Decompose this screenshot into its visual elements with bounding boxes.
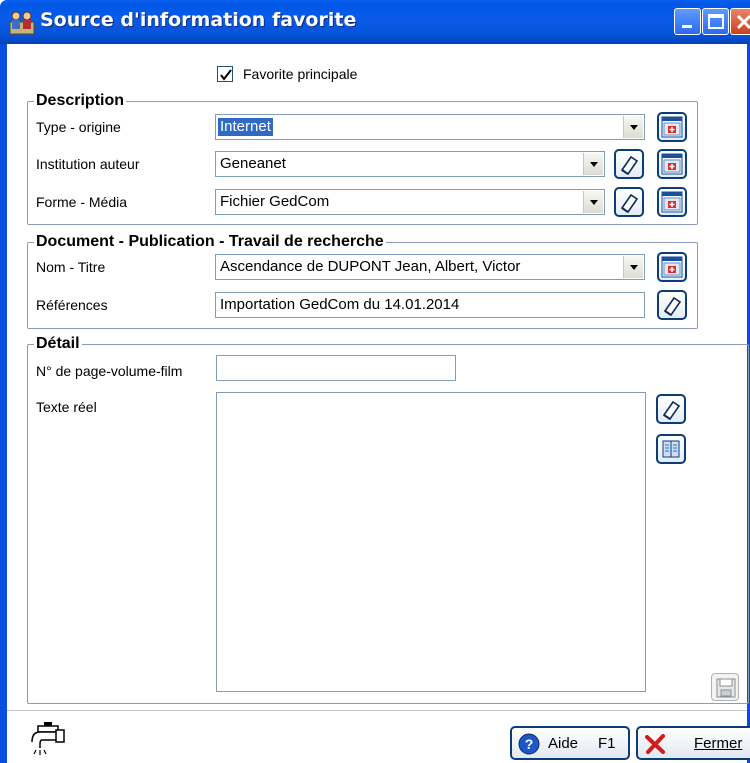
references-label: Références — [36, 297, 108, 313]
forme-media-label: Forme - Média — [36, 194, 128, 210]
footer-separator — [7, 710, 747, 711]
texte-reel-book-button[interactable] — [656, 434, 686, 464]
references-clear-button[interactable] — [657, 290, 687, 320]
close-window-button[interactable] — [730, 8, 750, 35]
type-origine-select[interactable]: Internet — [215, 114, 645, 140]
institution-auteur-select[interactable]: Geneanet — [215, 151, 605, 177]
red-x-icon — [645, 734, 665, 754]
institution-auteur-list-button[interactable] — [657, 149, 687, 179]
people-icon — [9, 11, 35, 35]
forme-media-list-button[interactable] — [657, 187, 687, 217]
list-form-icon — [661, 191, 683, 213]
forme-media-select[interactable]: Fichier GedCom — [215, 189, 605, 215]
aide-label: Aide — [548, 735, 579, 752]
fermer-button[interactable]: Fermer — [636, 726, 750, 760]
page-volume-film-field[interactable] — [216, 355, 456, 381]
floppy-disk-icon — [716, 678, 736, 698]
texte-reel-label: Texte réel — [36, 399, 97, 415]
favorite-principale-checkbox[interactable] — [217, 66, 233, 82]
eraser-icon — [662, 400, 681, 420]
list-form-icon — [661, 256, 683, 278]
texte-reel-textarea[interactable] — [216, 392, 646, 692]
save-button[interactable] — [711, 673, 739, 701]
institution-auteur-label: Institution auteur — [36, 156, 140, 172]
maximize-button[interactable] — [702, 8, 729, 35]
references-field[interactable]: Importation GedCom du 14.01.2014 — [215, 292, 645, 318]
title-bar[interactable]: Source d'information favorite — [0, 0, 750, 44]
detail-legend: Détail — [34, 334, 82, 354]
forme-media-value: Fichier GedCom — [220, 193, 330, 210]
list-form-icon — [661, 116, 683, 138]
chevron-down-icon[interactable] — [583, 153, 603, 175]
window-title: Source d'information favorite — [40, 9, 357, 31]
eraser-icon — [663, 296, 682, 316]
book-icon — [662, 440, 680, 458]
institution-auteur-value: Geneanet — [220, 155, 286, 172]
favorite-principale-checkbox-row[interactable]: Favorite principale — [217, 64, 357, 84]
document-legend: Document - Publication - Travail de rech… — [34, 232, 386, 252]
nom-titre-list-button[interactable] — [657, 252, 687, 282]
chevron-down-icon[interactable] — [623, 116, 643, 138]
nom-titre-label: Nom - Titre — [36, 259, 106, 275]
eraser-icon — [620, 193, 639, 213]
institution-auteur-clear-button[interactable] — [614, 149, 644, 179]
checkmark-icon — [220, 69, 232, 81]
tap-faucet-icon — [31, 722, 65, 755]
favorite-principale-label: Favorite principale — [243, 66, 358, 82]
help-icon: ? — [518, 733, 540, 755]
svg-text:?: ? — [525, 736, 534, 752]
close-icon — [736, 14, 750, 30]
minimize-icon — [682, 25, 692, 28]
aide-button[interactable]: ? Aide F1 — [510, 726, 630, 760]
nom-titre-select[interactable]: Ascendance de DUPONT Jean, Albert, Victo… — [215, 254, 645, 280]
list-form-icon — [661, 153, 683, 175]
type-origine-list-button[interactable] — [657, 112, 687, 142]
type-origine-value: Internet — [218, 118, 273, 136]
nom-titre-value: Ascendance de DUPONT Jean, Albert, Victo… — [220, 258, 521, 275]
minimize-button[interactable] — [674, 8, 701, 35]
texte-reel-clear-button[interactable] — [656, 394, 686, 424]
type-origine-label: Type - origine — [36, 119, 121, 135]
references-value: Importation GedCom du 14.01.2014 — [220, 296, 460, 313]
eraser-icon — [620, 155, 639, 175]
chevron-down-icon[interactable] — [623, 256, 643, 278]
maximize-icon — [708, 14, 724, 29]
page-volume-film-label: N° de page-volume-film — [36, 363, 183, 379]
chevron-down-icon[interactable] — [583, 191, 603, 213]
aide-shortcut: F1 — [598, 735, 616, 752]
description-legend: Description — [34, 91, 127, 111]
window-frame-left — [0, 44, 7, 763]
forme-media-clear-button[interactable] — [614, 187, 644, 217]
fermer-label: Fermer — [694, 735, 743, 752]
